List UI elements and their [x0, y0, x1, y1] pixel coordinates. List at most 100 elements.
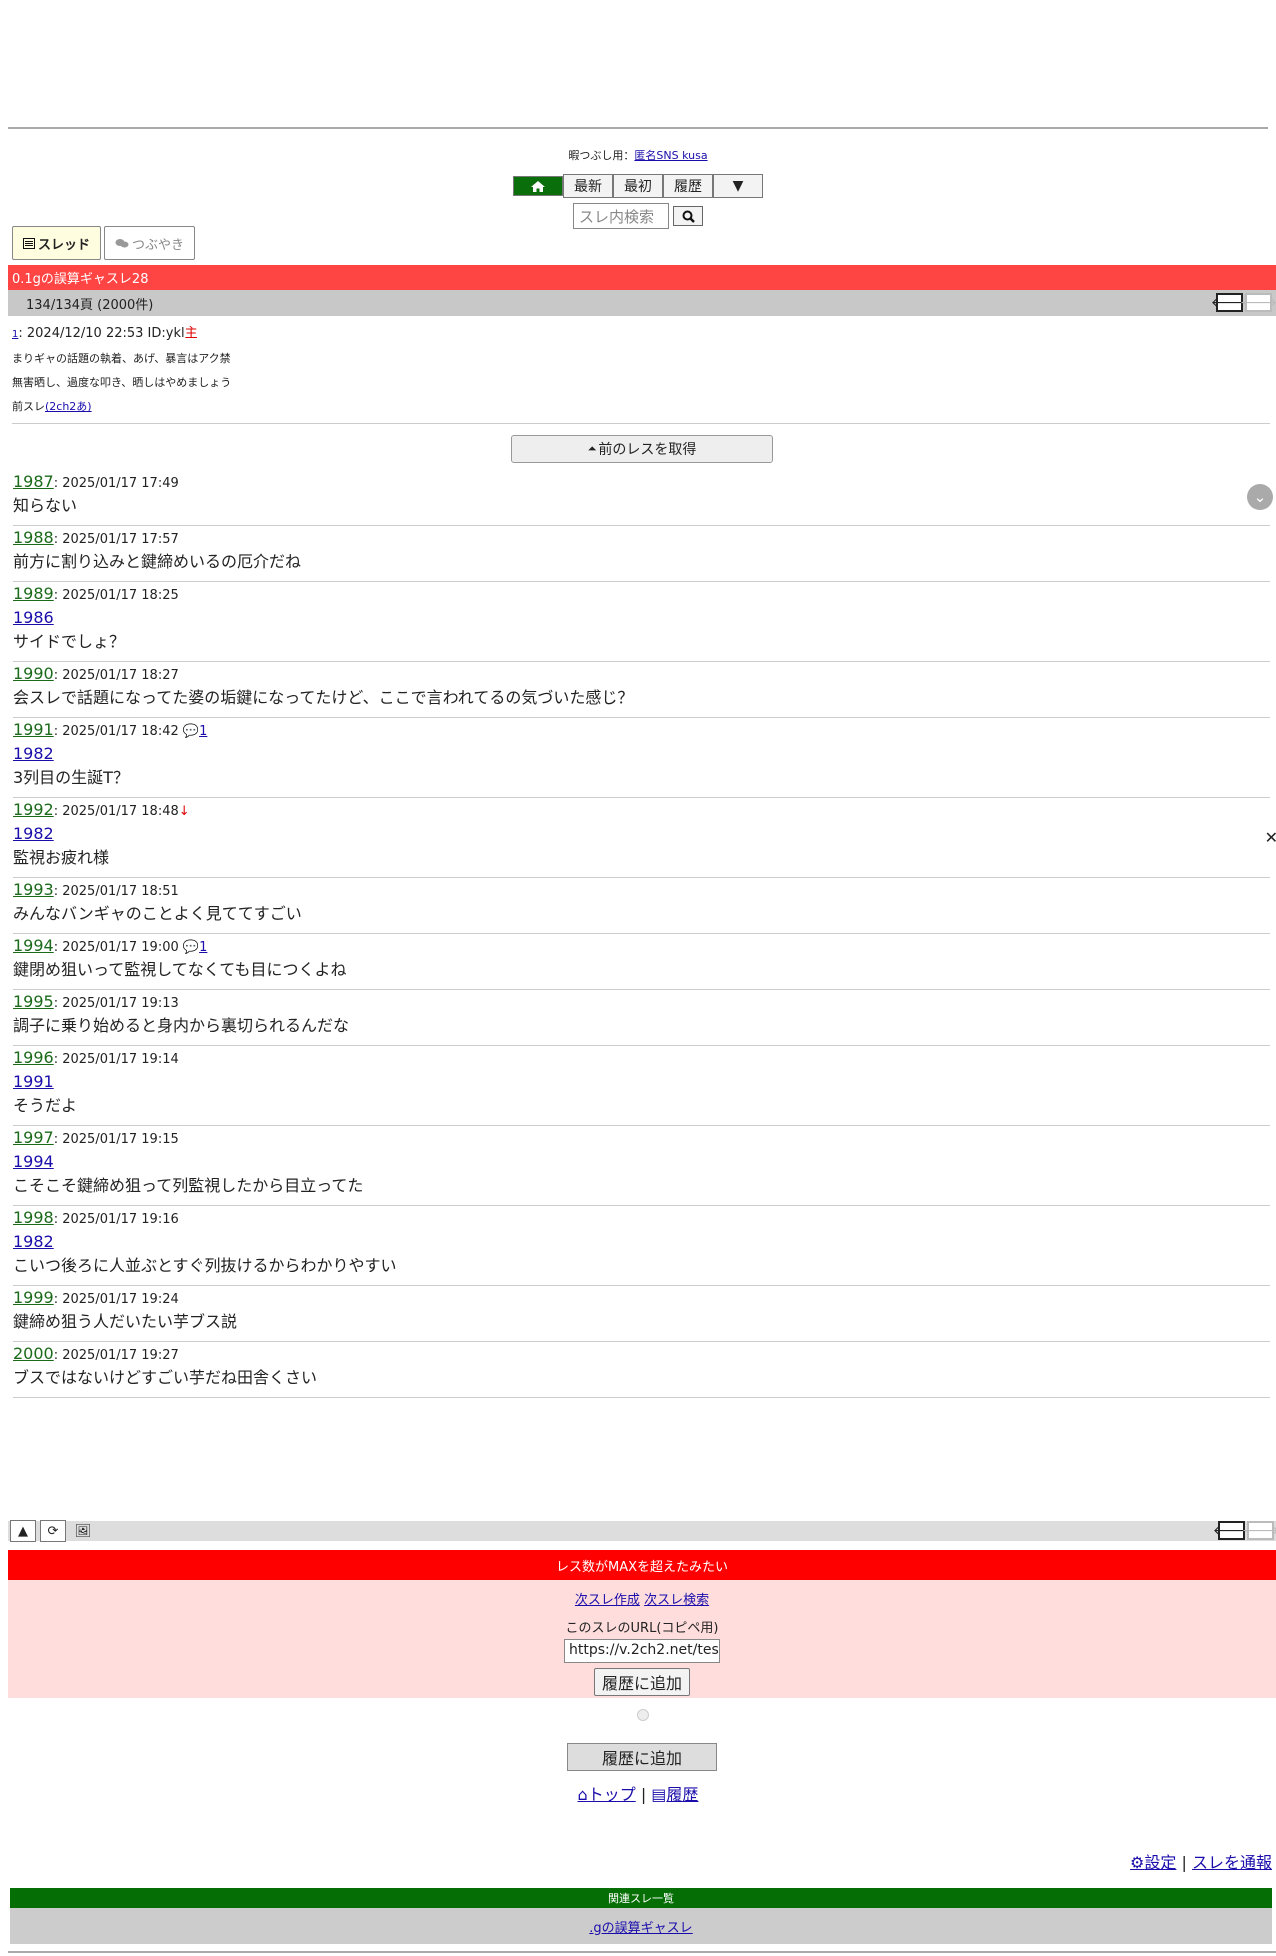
post-body: 監視お疲れ様 — [13, 848, 110, 867]
arrow-right-icon: 🡒 — [1241, 1523, 1276, 1539]
post-header: 1998: 2025/01/17 19:16 — [13, 1208, 1270, 1230]
arrow-right-icon: 🡒 — [1239, 295, 1276, 311]
tab-tweets[interactable]: つぶやき — [104, 226, 196, 260]
related-item: .gの誤算ギャスレ — [10, 1908, 1272, 1944]
add-history-button[interactable]: 履歴に追加 — [594, 1668, 690, 1696]
post-body: こいつ後ろに人並ぶとすぐ列抜けるからわかりやすい — [13, 1256, 397, 1275]
latest-button[interactable]: 最新 — [563, 174, 613, 198]
post-anchor[interactable]: 1982 — [13, 1230, 1270, 1254]
post-date: : 2025/01/17 19:13 — [53, 996, 179, 1011]
post-number[interactable]: 1987 — [13, 472, 54, 491]
post-date: : 2025/01/17 17:57 — [53, 532, 179, 547]
home-icon: ⌂ — [577, 1785, 588, 1804]
post-date: : 2025/01/17 18:25 — [53, 588, 179, 603]
load-previous-button[interactable]: ⏶ 前のレスを取得 — [511, 435, 773, 463]
promo-link[interactable]: 匿名SNS kusa — [634, 149, 707, 162]
op-line-1: まりギャの話題の執着、あげ、暴言はアク禁 — [12, 352, 231, 365]
post-number[interactable]: 1991 — [13, 720, 54, 739]
down-arrow-icon: ↓ — [178, 804, 190, 819]
op-line-3: 前スレ(2ch2あ) — [12, 395, 1270, 419]
scroll-top-button[interactable]: ▲ — [10, 1520, 36, 1542]
first-button[interactable]: 最初 — [613, 174, 663, 198]
post-date: : 2025/01/17 18:42 — [53, 724, 179, 739]
add-history-button-2[interactable]: 履歴に追加 — [567, 1743, 717, 1771]
post-item: 1989: 2025/01/17 18:25 1986 サイドでしょ？ — [13, 582, 1270, 662]
post-number[interactable]: 1998 — [13, 1208, 54, 1227]
post-number[interactable]: 1989 — [13, 584, 54, 603]
create-next-link[interactable]: 次スレ作成 — [575, 1593, 640, 1608]
post-number[interactable]: 1999 — [13, 1288, 54, 1307]
post-body: 会スレで話題になってた婆の垢鍵になってたけど、ここで言われてるの気づいた感じ？ — [13, 688, 634, 707]
op-meta: 1: 2024/12/10 22:53 ID:ykl主 — [12, 322, 1270, 347]
images-button[interactable]: 🖼 — [70, 1520, 96, 1542]
chevron-down-icon[interactable]: ⌄ — [1247, 484, 1273, 510]
op-badge: 主 — [184, 326, 198, 341]
post-header: 1995: 2025/01/17 19:13 — [13, 992, 1270, 1014]
search-next-link[interactable]: 次スレ検索 — [644, 1593, 709, 1608]
search-input[interactable]: スレ内検索 — [573, 203, 669, 229]
settings-separator: | — [1181, 1853, 1187, 1872]
post-header: 1988: 2025/01/17 17:57 — [13, 528, 1270, 550]
post-body: サイドでしょ？ — [13, 632, 126, 651]
post-anchor[interactable]: 1982 — [13, 822, 1270, 846]
bottom-next-button[interactable]: 🡒 — [1242, 1521, 1276, 1540]
post-number[interactable]: 1994 — [13, 936, 54, 955]
indicator-dot — [637, 1709, 649, 1721]
settings-link[interactable]: ⚙設定 — [1130, 1853, 1176, 1872]
post-number[interactable]: 1996 — [13, 1048, 54, 1067]
tab-thread[interactable]: スレッド — [12, 226, 102, 260]
post-header: 1993: 2025/01/17 18:51 — [13, 880, 1270, 902]
post-number[interactable]: 1992 — [13, 800, 54, 819]
search-icon — [682, 210, 695, 223]
post-body: みんなバンギャのことよく見ててすごい — [13, 904, 302, 923]
page-arrows: 🡐 🡒 — [1211, 293, 1276, 312]
op-prev-link[interactable]: (2ch2あ) — [45, 400, 92, 413]
report-link[interactable]: スレを通報 — [1192, 1853, 1272, 1872]
post-date: : 2025/01/17 19:27 — [53, 1348, 179, 1363]
post-number[interactable]: 2000 — [13, 1344, 54, 1363]
footer-history-link[interactable]: ▤履歴 — [651, 1785, 698, 1804]
post-date: : 2025/01/17 19:16 — [53, 1212, 179, 1227]
post-item: 1997: 2025/01/17 19:15 1994 こそこそ鍵締め狙って列監視し… — [13, 1126, 1270, 1206]
bottom-arrows: 🡐 🡒 — [1213, 1521, 1276, 1540]
post-number[interactable]: 1988 — [13, 528, 54, 547]
post-item: 1991: 2025/01/17 18:42 💬1 1982 3列目の生誕T？ — [13, 718, 1270, 798]
post-item: 1992: 2025/01/17 18:48↓ 1982 監視お疲れ様 ✕ — [13, 798, 1276, 878]
post-body: 鍵締め狙う人だいたい芋ブス説 — [13, 1312, 238, 1331]
post-number[interactable]: 1995 — [13, 992, 54, 1011]
post-item: 1993: 2025/01/17 18:51 みんなバンギャのことよく見ててすごい — [13, 878, 1270, 934]
view-tabs: スレッド つぶやき — [12, 226, 196, 260]
post-number[interactable]: 1990 — [13, 664, 54, 683]
post-anchor[interactable]: 1994 — [13, 1150, 1270, 1174]
post-header: 1989: 2025/01/17 18:25 — [13, 584, 1270, 606]
reply-count[interactable]: 1 — [199, 940, 207, 955]
post-number[interactable]: 1997 — [13, 1128, 54, 1147]
url-field[interactable]: https://v.2ch2.net/test/r — [564, 1639, 720, 1663]
post-number[interactable]: 1993 — [13, 880, 54, 899]
post-header: 1994: 2025/01/17 19:00 💬1 — [13, 936, 1270, 958]
close-icon[interactable]: ✕ — [1265, 828, 1276, 847]
home-icon — [531, 180, 545, 192]
post-anchor[interactable]: 1991 — [13, 1070, 1270, 1094]
post-anchor[interactable]: 1986 — [13, 606, 1270, 630]
next-page-button[interactable]: 🡒 — [1240, 293, 1276, 312]
settings-label: 設定 — [1144, 1853, 1177, 1872]
search-button[interactable] — [673, 206, 703, 226]
bottom-toolbar: ▲ ⟳ 🖼 🡐 🡒 — [8, 1520, 1276, 1542]
url-label: このスレのURL(コピペ用) — [565, 1621, 719, 1636]
load-previous-label: 前のレスを取得 — [598, 442, 697, 458]
footer-top-link[interactable]: ⌂トップ — [578, 1785, 636, 1804]
post-body: 3列目の生誕T？ — [13, 768, 129, 787]
reply-count[interactable]: 1 — [199, 724, 207, 739]
history-button[interactable]: 履歴 — [663, 174, 713, 198]
dropdown-button[interactable]: ▼ — [713, 174, 763, 198]
post-item: 1996: 2025/01/17 19:14 1991 そうだよ — [13, 1046, 1270, 1126]
comment-icon: 💬 — [182, 940, 200, 955]
post-header: 1997: 2025/01/17 19:15 — [13, 1128, 1270, 1150]
refresh-button[interactable]: ⟳ — [40, 1520, 66, 1542]
related-link[interactable]: .gの誤算ギャスレ — [589, 1917, 692, 1936]
post-body: 知らない — [13, 496, 78, 515]
home-button[interactable] — [513, 176, 563, 196]
tab-tweets-label: つぶやき — [132, 237, 185, 253]
post-anchor[interactable]: 1982 — [13, 742, 1270, 766]
